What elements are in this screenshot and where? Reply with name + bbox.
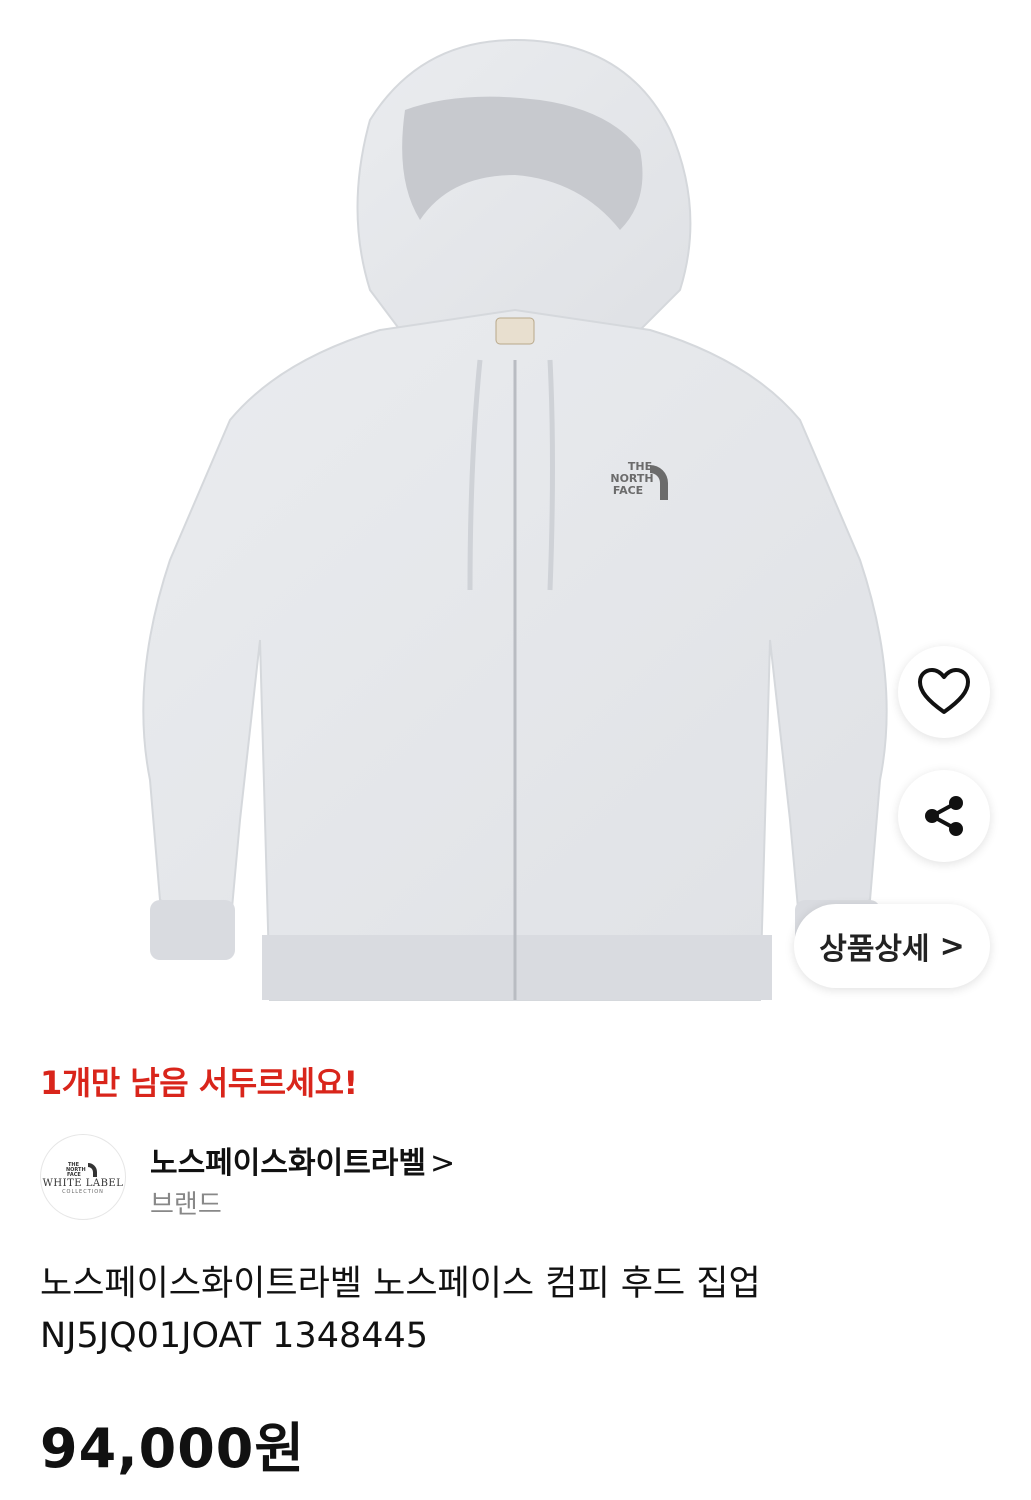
chevron-right-icon: > [430,1146,456,1181]
product-title-line2: NJ5JQ01JOAT 1348445 [40,1316,429,1356]
brand-type-label: 브랜드 [150,1190,222,1220]
product-image[interactable]: THE NORTH FACE [0,0,1031,1030]
hoodie-illustration: THE NORTH FACE [142,38,888,1001]
brand-logo-sub: COLLECTION [62,1188,104,1195]
stock-alert: 1개만 남음 서두르세요! [40,1064,358,1102]
product-detail-label: 상품상세 [819,932,930,967]
brand-name: 노스페이스화이트라벨 [150,1146,426,1181]
north-face-logo-icon: THE NORTH FACE [66,1162,97,1178]
heart-icon [918,668,970,714]
share-button[interactable] [898,770,990,862]
product-detail-button[interactable]: 상품상세 > [794,904,990,988]
brand-logo: THE NORTH FACE WHITE LABEL COLLECTION [40,1134,126,1220]
brand-logo-text: WHITE LABEL [42,1177,124,1189]
share-icon [925,796,963,836]
product-price: 94,000원 [40,1417,306,1480]
brand-name-link[interactable]: 노스페이스화이트라벨 > [150,1138,455,1182]
svg-text:FACE: FACE [613,484,643,497]
product-title: 노스페이스화이트라벨 노스페이스 컴피 후드 집업 NJ5JQ01JOAT 13… [40,1258,1000,1362]
like-button[interactable] [898,646,990,738]
chevron-right-icon: > [939,928,965,964]
product-title-line1: 노스페이스화이트라벨 노스페이스 컴피 후드 집업 [40,1264,761,1304]
brand-row[interactable]: THE NORTH FACE WHITE LABEL COLLECTION 노스… [40,1134,990,1220]
